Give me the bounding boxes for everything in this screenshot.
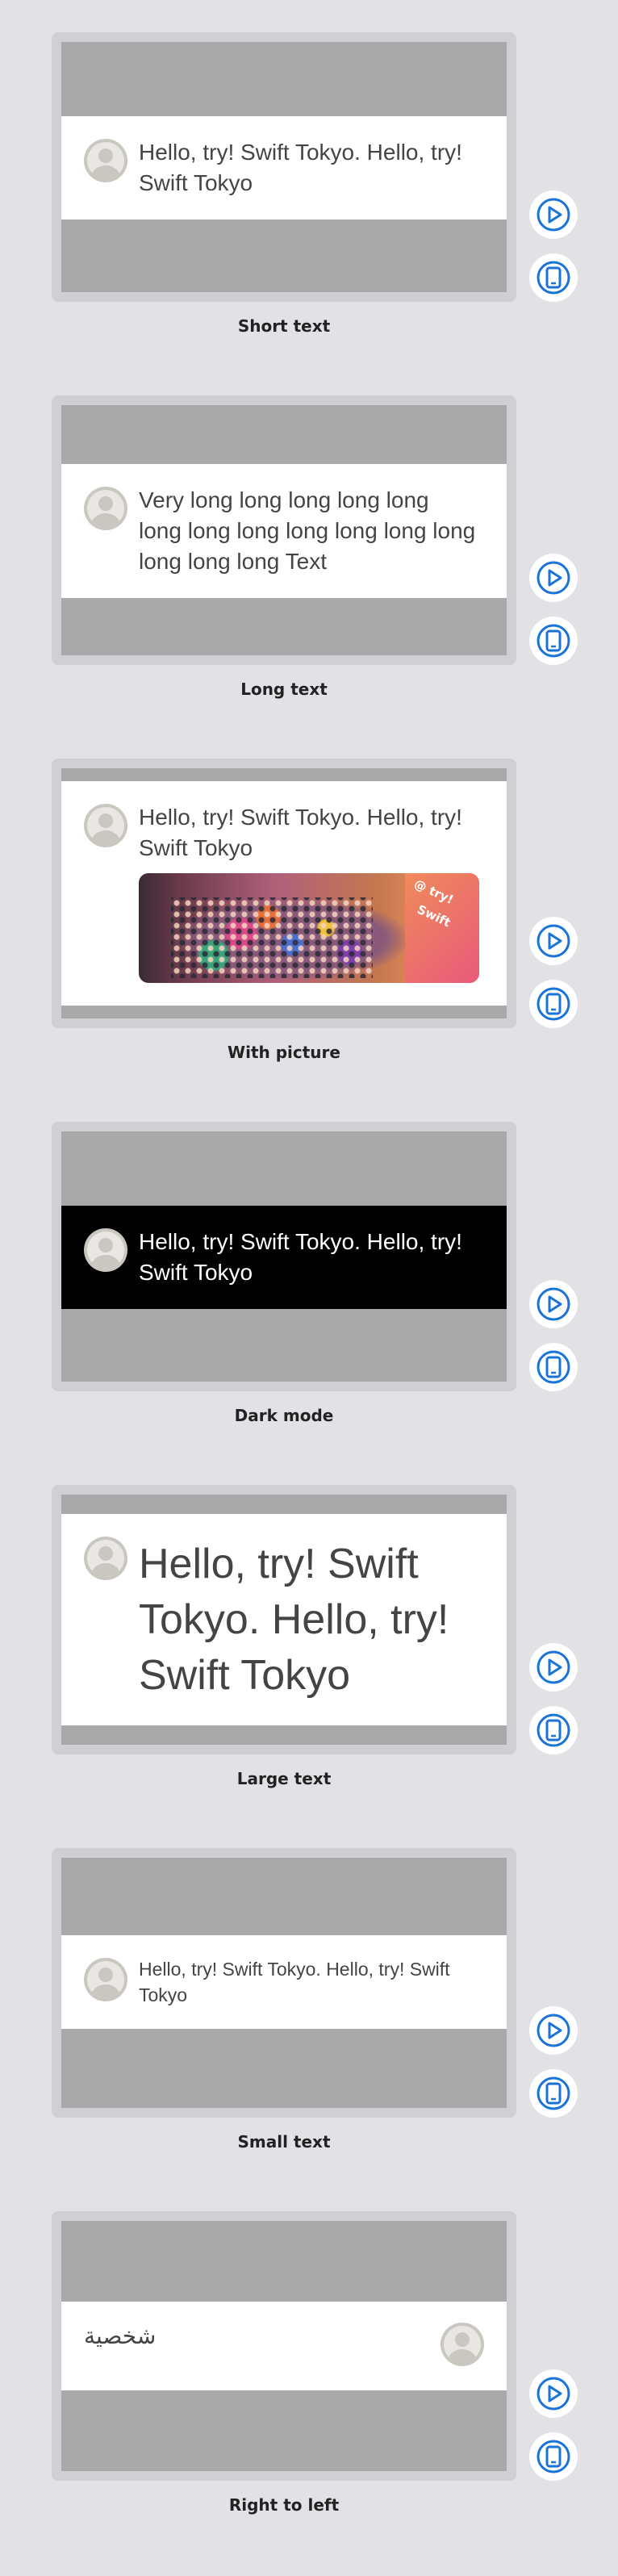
message-cell: Very long long long long long long long …	[61, 464, 507, 598]
preview-frame: Hello, try! Swift Tokyo. Hello, try! Swi…	[52, 1122, 516, 1391]
preview-screen: شخصية	[61, 2221, 507, 2471]
play-circle-icon	[537, 2014, 570, 2047]
preview-frame: Hello, try! Swift Tokyo. Hello, try! Swi…	[52, 759, 516, 1028]
preview-right-to-left: شخصية Right to left	[0, 2211, 618, 2574]
device-settings-icon	[537, 1713, 570, 1747]
avatar	[84, 487, 127, 530]
preview-screen: Hello, try! Swift Tokyo. Hello, try! Swi…	[61, 42, 507, 292]
device-settings-icon	[537, 2076, 570, 2110]
preview-frame: Hello, try! Swift Tokyo. Hello, try! Swi…	[52, 32, 516, 302]
message-cell: Hello, try! Swift Tokyo. Hello, try! Swi…	[61, 116, 507, 220]
avatar	[84, 139, 127, 182]
message-cell: Hello, try! Swift Tokyo. Hello, try! Swi…	[61, 1935, 507, 2029]
preview-frame: Very long long long long long long long …	[52, 395, 516, 665]
preview-screen: Hello, try! Swift Tokyo. Hello, try! Swi…	[61, 768, 507, 1018]
preview-label: Dark mode	[234, 1406, 334, 1425]
message-text: Hello, try! Swift Tokyo. Hello, try! Swi…	[139, 140, 462, 195]
preview-label: Long text	[240, 680, 328, 699]
message-text: Hello, try! Swift Tokyo. Hello, try! Swi…	[139, 1541, 449, 1699]
preview-frame: شخصية	[52, 2211, 516, 2481]
device-settings-button[interactable]	[529, 2432, 578, 2481]
avatar	[84, 1537, 127, 1580]
device-settings-button[interactable]	[529, 253, 578, 302]
device-settings-icon	[537, 2440, 570, 2474]
photo-sign-text: @ try!	[411, 876, 456, 908]
avatar	[84, 1958, 127, 2001]
play-circle-icon	[537, 2377, 570, 2411]
live-preview-button[interactable]	[529, 2369, 578, 2418]
preview-label: Right to left	[228, 2495, 340, 2515]
device-settings-button[interactable]	[529, 2069, 578, 2118]
preview-frame: Hello, try! Swift Tokyo. Hello, try! Swi…	[52, 1848, 516, 2118]
avatar	[84, 1228, 127, 1272]
device-settings-button[interactable]	[529, 1343, 578, 1391]
message-cell: شخصية	[61, 2302, 507, 2390]
live-preview-button[interactable]	[529, 554, 578, 602]
preview-screen: Hello, try! Swift Tokyo. Hello, try! Swi…	[61, 1858, 507, 2108]
preview-with-picture: Hello, try! Swift Tokyo. Hello, try! Swi…	[0, 759, 618, 1122]
preview-label: With picture	[228, 1043, 340, 1062]
live-preview-button[interactable]	[529, 190, 578, 239]
preview-dark-mode: Hello, try! Swift Tokyo. Hello, try! Swi…	[0, 1122, 618, 1485]
preview-label: Large text	[236, 1769, 332, 1788]
message-cell: Hello, try! Swift Tokyo. Hello, try! Swi…	[61, 1206, 507, 1309]
photo-sign: @ try! Swift	[405, 873, 479, 983]
play-circle-icon	[537, 924, 570, 958]
preview-screen: Hello, try! Swift Tokyo. Hello, try! Swi…	[61, 1131, 507, 1382]
preview-large-text: Hello, try! Swift Tokyo. Hello, try! Swi…	[0, 1485, 618, 1848]
play-circle-icon	[537, 561, 570, 595]
live-preview-button[interactable]	[529, 2006, 578, 2055]
message-text: Very long long long long long long long …	[139, 487, 476, 574]
preview-short-text: Hello, try! Swift Tokyo. Hello, try! Swi…	[0, 32, 618, 395]
device-settings-button[interactable]	[529, 980, 578, 1028]
preview-label: Short text	[237, 316, 331, 336]
attached-photo: @ try! Swift	[139, 873, 479, 983]
preview-long-text: Very long long long long long long long …	[0, 395, 618, 759]
preview-screen: Hello, try! Swift Tokyo. Hello, try! Swi…	[61, 1495, 507, 1745]
device-settings-icon	[537, 987, 570, 1021]
device-settings-button[interactable]	[529, 1706, 578, 1754]
device-settings-icon	[537, 261, 570, 295]
avatar	[441, 2323, 484, 2366]
message-text: Hello, try! Swift Tokyo. Hello, try! Swi…	[139, 1959, 450, 2005]
live-preview-button[interactable]	[529, 1643, 578, 1692]
preview-label: Small text	[237, 2132, 331, 2152]
device-settings-icon	[537, 1350, 570, 1384]
device-settings-icon	[537, 624, 570, 658]
avatar	[84, 804, 127, 847]
preview-screen: Very long long long long long long long …	[61, 405, 507, 655]
play-circle-icon	[537, 1287, 570, 1321]
play-circle-icon	[537, 198, 570, 232]
device-settings-button[interactable]	[529, 617, 578, 665]
message-text: Hello, try! Swift Tokyo. Hello, try! Swi…	[139, 805, 462, 860]
message-cell: Hello, try! Swift Tokyo. Hello, try! Swi…	[61, 781, 507, 1006]
preview-small-text: Hello, try! Swift Tokyo. Hello, try! Swi…	[0, 1848, 618, 2211]
live-preview-button[interactable]	[529, 917, 578, 965]
live-preview-button[interactable]	[529, 1280, 578, 1328]
message-text: شخصية	[84, 2323, 157, 2349]
preview-frame: Hello, try! Swift Tokyo. Hello, try! Swi…	[52, 1485, 516, 1754]
message-cell: Hello, try! Swift Tokyo. Hello, try! Swi…	[61, 1514, 507, 1725]
message-text: Hello, try! Swift Tokyo. Hello, try! Swi…	[139, 1229, 462, 1285]
play-circle-icon	[537, 1650, 570, 1684]
